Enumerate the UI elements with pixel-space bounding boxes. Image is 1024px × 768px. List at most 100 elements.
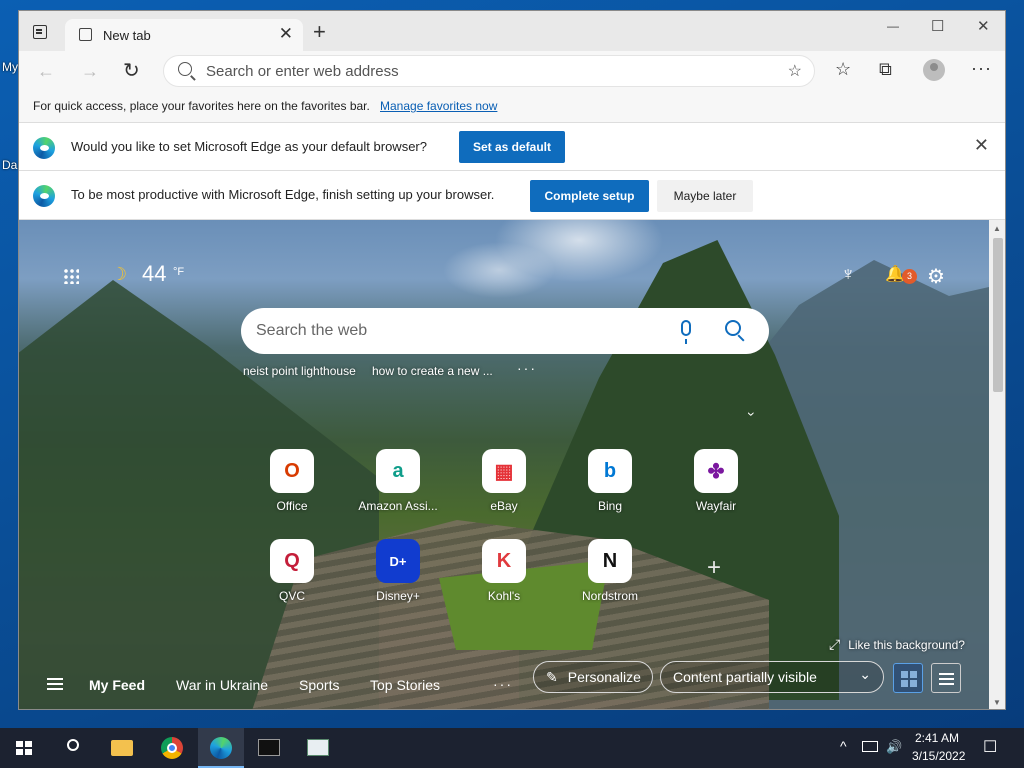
office-icon: O xyxy=(270,449,314,493)
favorites-icon[interactable]: ☆ xyxy=(835,59,851,80)
collections-icon[interactable]: ⧉ xyxy=(879,59,892,80)
close-window-button[interactable]: ✕ xyxy=(977,17,990,35)
app-button[interactable] xyxy=(295,728,341,768)
setup-message: To be most productive with Microsoft Edg… xyxy=(71,187,495,202)
expand-icon: ⤢ xyxy=(829,636,841,652)
content-visibility-dropdown[interactable]: Content partially visible ⌄ xyxy=(660,661,884,693)
recent-searches-more-icon[interactable]: ··· xyxy=(517,360,537,376)
default-browser-infobar: Would you like to set Microsoft Edge as … xyxy=(19,123,1005,171)
title-bar: New tab ✕ + — ☐ ✕ xyxy=(19,11,1005,51)
edge-logo-icon xyxy=(33,137,55,159)
web-search-input[interactable] xyxy=(256,308,656,354)
chrome-center xyxy=(167,743,177,753)
feed-more-icon[interactable]: ··· xyxy=(493,676,513,692)
notification-count-badge: 3 xyxy=(902,269,917,284)
page-settings-icon[interactable]: ⚙ xyxy=(927,264,945,289)
microphone-icon[interactable] xyxy=(681,320,691,344)
show-hidden-icons[interactable]: ^ xyxy=(840,738,847,754)
quick-link-kohls[interactable]: K Kohl's xyxy=(459,539,549,615)
network-icon[interactable] xyxy=(862,741,878,752)
address-bar[interactable]: ☆ xyxy=(163,55,815,87)
quick-link-label: Disney+ xyxy=(376,589,420,603)
settings-and-more-button[interactable]: ··· xyxy=(971,58,992,79)
grid-glyph xyxy=(901,671,917,687)
close-tab-icon[interactable]: ✕ xyxy=(279,24,293,44)
set-as-default-button[interactable]: Set as default xyxy=(459,131,565,163)
tab-war-in-ukraine[interactable]: War in Ukraine xyxy=(176,677,268,693)
quick-link-label: QVC xyxy=(278,589,305,603)
list-layout-icon[interactable] xyxy=(931,663,961,693)
maximize-button[interactable]: ☐ xyxy=(931,17,944,35)
quick-link-qvc[interactable]: Q QVC xyxy=(247,539,337,615)
amazon-assistant-icon: a xyxy=(376,449,420,493)
search-button[interactable] xyxy=(50,728,96,768)
tab-new-tab[interactable]: New tab ✕ xyxy=(65,19,303,51)
quick-link-bing[interactable]: b Bing xyxy=(565,449,655,525)
search-icon xyxy=(178,62,192,76)
search-icon[interactable] xyxy=(725,320,741,336)
quick-link-label: Office xyxy=(276,499,308,513)
desktop-label: My xyxy=(2,60,18,74)
new-tab-button[interactable]: + xyxy=(313,21,326,43)
complete-setup-button[interactable]: Complete setup xyxy=(530,180,649,212)
page-scrollbar[interactable]: ▲ ▼ xyxy=(989,220,1005,709)
profile-avatar[interactable] xyxy=(923,59,945,81)
edge-taskbar-button[interactable] xyxy=(198,728,244,768)
grid-layout-icon[interactable] xyxy=(893,663,923,693)
quick-link-wayfair[interactable]: ✤ Wayfair xyxy=(671,449,761,525)
scroll-up-arrow[interactable]: ▲ xyxy=(993,224,1001,233)
quick-link-amazon[interactable]: a Amazon Assi... xyxy=(353,449,443,525)
windows-logo-icon xyxy=(16,741,32,755)
tab-my-feed[interactable]: My Feed xyxy=(89,677,145,693)
close-infobar-icon[interactable]: ✕ xyxy=(974,135,989,156)
quick-link-label: Bing xyxy=(597,499,623,513)
quick-link-disney[interactable]: D+ Disney+ xyxy=(353,539,443,615)
terminal-button[interactable] xyxy=(246,728,292,768)
back-button[interactable]: ← xyxy=(37,61,55,82)
quick-link-label: Kohl's xyxy=(487,589,521,603)
menu-icon[interactable] xyxy=(47,683,63,685)
file-explorer-button[interactable] xyxy=(99,728,145,768)
browser-window: New tab ✕ + — ☐ ✕ ← → ↻ ☆ ☆ ⧉ ··· For qu… xyxy=(18,10,1006,710)
personalize-button[interactable]: ✎ Personalize xyxy=(533,661,653,693)
rewards-icon[interactable]: ♆ xyxy=(841,264,855,286)
pencil-icon: ✎ xyxy=(546,668,558,685)
tab-sports[interactable]: Sports xyxy=(299,677,339,693)
nordstrom-icon: N xyxy=(588,539,632,583)
maybe-later-button[interactable]: Maybe later xyxy=(657,180,753,212)
folder-icon xyxy=(111,740,133,756)
web-search-box[interactable] xyxy=(241,308,769,354)
edge-icon xyxy=(210,737,232,759)
start-button[interactable] xyxy=(0,728,46,768)
like-background-link[interactable]: ⤢ Like this background? xyxy=(829,636,965,653)
scroll-thumb[interactable] xyxy=(993,238,1003,392)
scroll-down-arrow[interactable]: ▼ xyxy=(993,698,1001,707)
tab-title: New tab xyxy=(103,28,151,43)
quick-link-office[interactable]: O Office xyxy=(247,449,337,525)
tab-actions-icon[interactable] xyxy=(33,25,47,39)
manage-favorites-link[interactable]: Manage favorites now xyxy=(380,99,497,113)
add-site-button[interactable]: + xyxy=(707,554,721,582)
quick-link-ebay[interactable]: ▦ eBay xyxy=(459,449,549,525)
collapse-quick-links-icon[interactable]: ‹ xyxy=(741,412,757,417)
volume-icon[interactable]: 🔊 xyxy=(886,739,902,755)
chrome-icon xyxy=(161,737,183,759)
minimize-button[interactable]: — xyxy=(887,19,899,33)
app-launcher-icon[interactable] xyxy=(63,268,79,284)
chrome-button[interactable] xyxy=(149,728,195,768)
quick-link-label: Wayfair xyxy=(695,499,737,513)
tab-top-stories[interactable]: Top Stories xyxy=(370,677,440,693)
forward-button[interactable]: → xyxy=(81,61,99,82)
recent-search-item[interactable]: neist point lighthouse xyxy=(243,364,356,378)
quick-link-nordstrom[interactable]: N Nordstrom xyxy=(565,539,655,615)
taskbar: ^ 🔊 2:41 AM 3/15/2022 ☐ xyxy=(0,728,1024,768)
clock-time[interactable]: 2:41 AM xyxy=(915,731,959,745)
weather-temperature[interactable]: 44 xyxy=(142,261,166,287)
clock-date[interactable]: 3/15/2022 xyxy=(912,749,965,763)
refresh-button[interactable]: ↻ xyxy=(123,58,140,83)
add-favorite-icon[interactable]: ☆ xyxy=(788,61,802,81)
recent-search-item[interactable]: how to create a new ... xyxy=(372,364,493,378)
ebay-icon: ▦ xyxy=(482,449,526,493)
notification-center-icon[interactable]: ☐ xyxy=(983,737,997,757)
address-input[interactable] xyxy=(206,56,766,86)
